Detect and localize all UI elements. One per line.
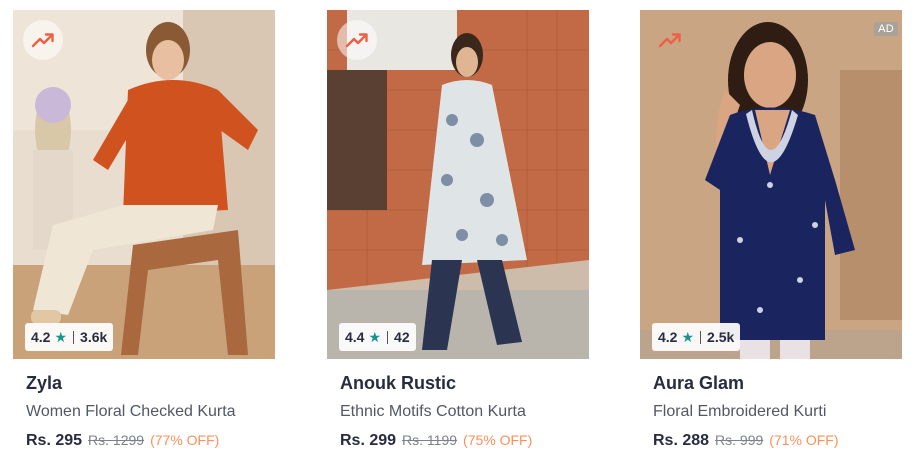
rating-count: 3.6k — [80, 329, 108, 345]
trending-badge — [337, 20, 377, 60]
product-discount: (75% OFF) — [463, 432, 533, 448]
product-price: Rs. 295 — [26, 432, 83, 449]
star-icon: ★ — [368, 328, 382, 345]
product-brand[interactable]: Anouk Rustic — [340, 373, 456, 394]
product-mrp: Rs. 1299 — [88, 432, 145, 448]
product-image[interactable]: 4.2 ★ 3.6k — [13, 10, 275, 359]
product-photo — [13, 10, 275, 359]
product-image[interactable]: 4.4 ★ 42 — [327, 10, 589, 359]
rating-value: 4.4 — [345, 329, 365, 345]
rating-value: 4.2 — [658, 329, 678, 345]
star-icon: ★ — [681, 328, 695, 345]
product-photo — [327, 10, 589, 359]
product-brand[interactable]: Aura Glam — [653, 373, 744, 394]
rating-badge: 4.2 ★ 3.6k — [25, 323, 114, 351]
rating-value: 4.2 — [31, 329, 51, 345]
product-card[interactable]: AD 4.2 ★ 2.5k Aura Glam Floral Embroider… — [640, 10, 902, 460]
rating-count: 42 — [394, 329, 410, 345]
product-photo — [640, 10, 902, 359]
rating-divider — [73, 330, 75, 344]
product-card[interactable]: 4.2 ★ 3.6k Zyla Women Floral Checked Kur… — [13, 10, 275, 460]
price-row: Rs. 295 Rs. 1299 (77% OFF) — [26, 432, 219, 450]
product-title[interactable]: Floral Embroidered Kurti — [653, 403, 826, 421]
product-title[interactable]: Women Floral Checked Kurta — [26, 403, 236, 421]
product-discount: (77% OFF) — [150, 432, 220, 448]
trending-up-icon — [345, 33, 368, 48]
product-price: Rs. 299 — [340, 432, 397, 449]
product-mrp: Rs. 999 — [715, 432, 764, 448]
trending-badge — [23, 20, 63, 60]
product-price: Rs. 288 — [653, 432, 710, 449]
product-discount: (71% OFF) — [769, 432, 839, 448]
product-image[interactable]: AD 4.2 ★ 2.5k — [640, 10, 902, 359]
product-brand[interactable]: Zyla — [26, 373, 62, 394]
product-title[interactable]: Ethnic Motifs Cotton Kurta — [340, 403, 526, 421]
rating-divider — [387, 330, 389, 344]
rating-badge: 4.4 ★ 42 — [339, 323, 416, 351]
trending-badge — [650, 20, 690, 60]
product-mrp: Rs. 1199 — [402, 432, 458, 448]
rating-badge: 4.2 ★ 2.5k — [652, 323, 741, 351]
trending-up-icon — [658, 33, 681, 48]
product-card[interactable]: 4.4 ★ 42 Anouk Rustic Ethnic Motifs Cott… — [327, 10, 589, 460]
star-icon: ★ — [54, 328, 68, 345]
trending-up-icon — [31, 33, 54, 48]
rating-count: 2.5k — [707, 329, 735, 345]
price-row: Rs. 299 Rs. 1199 (75% OFF) — [340, 432, 532, 450]
ad-badge: AD — [874, 22, 898, 36]
price-row: Rs. 288 Rs. 999 (71% OFF) — [653, 432, 839, 450]
rating-divider — [700, 330, 702, 344]
